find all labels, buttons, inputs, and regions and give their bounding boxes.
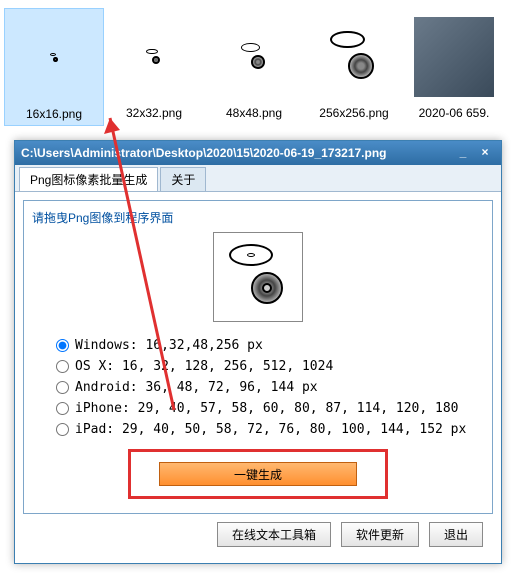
platform-option[interactable]: iPad: 29, 40, 50, 58, 72, 76, 80, 100, 1… (56, 422, 484, 437)
exit-button[interactable]: 退出 (429, 522, 483, 547)
platform-option[interactable]: Android: 36, 48, 72, 96, 144 px (56, 380, 484, 395)
file-thumbnail (109, 12, 199, 102)
platform-radio[interactable] (56, 339, 69, 352)
platform-radio-list: Windows: 16,32,48,256 px OS X: 16, 32, 12… (56, 338, 484, 437)
footer-buttons: 在线文本工具箱 软件更新 退出 (23, 514, 493, 555)
file-name-label: 48x48.png (208, 106, 300, 120)
window-title: C:\Users\Administrator\Desktop\2020\15\2… (21, 146, 451, 160)
file-name-label: 256x256.png (308, 106, 400, 120)
platform-label: OS X: 16, 32, 128, 256, 512, 1024 (75, 359, 333, 374)
platform-radio[interactable] (56, 423, 69, 436)
file-item[interactable]: 48x48.png (204, 8, 304, 126)
generate-highlight-box: 一键生成 (128, 449, 388, 499)
platform-label: iPhone: 29, 40, 57, 58, 60, 80, 87, 114,… (75, 401, 459, 416)
platform-label: Android: 36, 48, 72, 96, 144 px (75, 380, 318, 395)
platform-option[interactable]: Windows: 16,32,48,256 px (56, 338, 484, 353)
platform-label: iPad: 29, 40, 50, 58, 72, 76, 80, 100, 1… (75, 422, 466, 437)
dialog-content: 请拖曳Png图像到程序界面 Windows: 16,32,48,256 px OS… (15, 192, 501, 563)
file-item[interactable]: 16x16.png (4, 8, 104, 126)
update-button[interactable]: 软件更新 (341, 522, 419, 547)
file-item[interactable]: 256x256.png (304, 8, 404, 126)
platform-label: Windows: 16,32,48,256 px (75, 338, 263, 353)
png-batch-dialog: C:\Users\Administrator\Desktop\2020\15\2… (14, 140, 502, 564)
file-thumbnail (209, 12, 299, 102)
group-title: 请拖曳Png图像到程序界面 (32, 209, 484, 226)
file-thumbnail (9, 13, 99, 103)
generate-button[interactable]: 一键生成 (159, 462, 357, 486)
file-name-label: 32x32.png (108, 106, 200, 120)
minimize-button[interactable]: _ (453, 145, 473, 161)
tab-about[interactable]: 关于 (160, 167, 206, 191)
file-item[interactable]: 2020-06 659. (404, 8, 504, 126)
platform-option[interactable]: iPhone: 29, 40, 57, 58, 60, 80, 87, 114,… (56, 401, 484, 416)
platform-radio[interactable] (56, 360, 69, 373)
platform-option[interactable]: OS X: 16, 32, 128, 256, 512, 1024 (56, 359, 484, 374)
platform-radio[interactable] (56, 402, 69, 415)
tab-png-batch[interactable]: Png图标像素批量生成 (19, 167, 158, 191)
tab-strip: Png图标像素批量生成 关于 (15, 165, 501, 192)
toolbox-button[interactable]: 在线文本工具箱 (217, 522, 331, 547)
explorer-file-row: 16x16.png 32x32.png 48x48.png 256x256.png 20… (0, 0, 513, 126)
drop-group: 请拖曳Png图像到程序界面 Windows: 16,32,48,256 px OS… (23, 200, 493, 514)
platform-radio[interactable] (56, 381, 69, 394)
titlebar: C:\Users\Administrator\Desktop\2020\15\2… (15, 141, 501, 165)
file-thumbnail (409, 12, 499, 102)
preview-thumbnail[interactable] (213, 232, 303, 322)
file-thumbnail (309, 12, 399, 102)
file-name-label: 2020-06 659. (408, 106, 500, 120)
file-item[interactable]: 32x32.png (104, 8, 204, 126)
close-button[interactable]: × (475, 145, 495, 161)
file-name-label: 16x16.png (9, 107, 99, 121)
